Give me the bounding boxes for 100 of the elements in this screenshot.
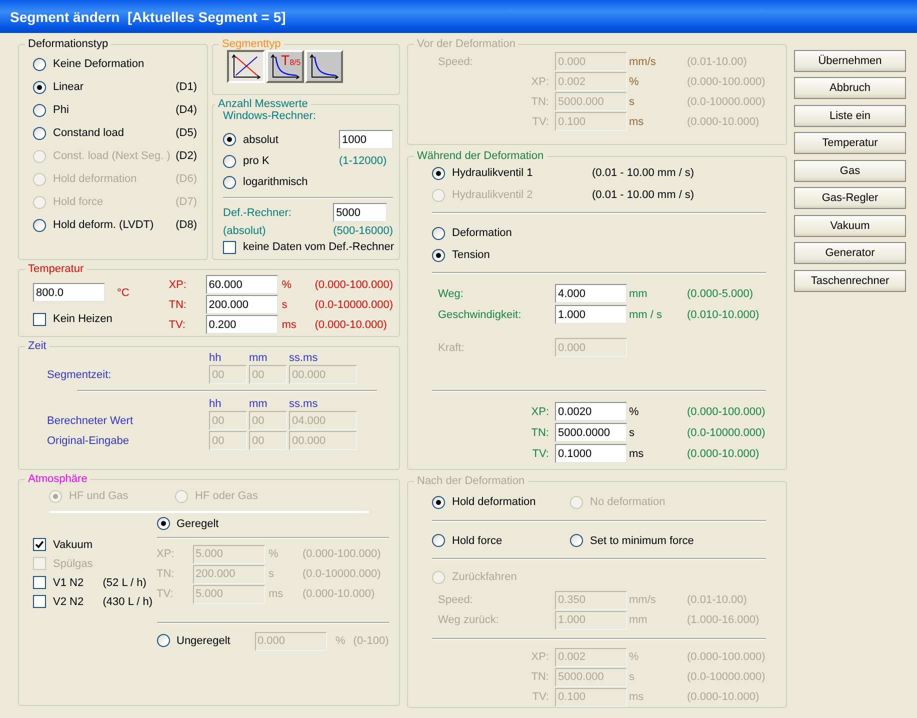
- group-title: Segmenttyp: [221, 38, 282, 50]
- radio-button[interactable]: absolut: [223, 130, 339, 148]
- radio-button[interactable]: Hold deform. (LVDT): [33, 216, 176, 234]
- unit-label: ms: [282, 318, 298, 330]
- range-text: (0.0-10000.000): [302, 568, 382, 580]
- field-label: TV:: [531, 691, 550, 703]
- radio-button[interactable]: Set to minimum force: [570, 532, 694, 550]
- field-label: Weg:: [438, 288, 464, 300]
- text-field[interactable]: 4.000: [555, 284, 627, 303]
- field-label: Kraft:: [438, 342, 466, 354]
- range-text: (500-16000): [333, 225, 393, 237]
- field-note: (absolut): [223, 225, 267, 237]
- dialog-button[interactable]: Abbruch: [794, 77, 906, 99]
- field-label: XP:: [530, 406, 550, 418]
- range-text: (1.000-16.000): [687, 614, 760, 626]
- checkbox[interactable]: Vakuum: [33, 536, 93, 554]
- radio-button[interactable]: Geregelt: [156, 514, 389, 532]
- radio-button[interactable]: Linear: [33, 78, 176, 96]
- radio-button[interactable]: Deformation: [432, 224, 766, 242]
- code-label: (D8): [176, 219, 197, 231]
- row-label: Original-Eingabe: [47, 434, 130, 446]
- radio-button[interactable]: pro K: [223, 152, 339, 170]
- range-text: (0.01-10.00): [687, 594, 748, 606]
- field-label: TN:: [530, 426, 550, 438]
- text-field[interactable]: 1000: [339, 130, 393, 149]
- range-text: (0.01 - 10.00 mm / s): [592, 189, 696, 201]
- text-field[interactable]: 5000.0000: [555, 423, 627, 442]
- radio-button[interactable]: Ungeregelt: [156, 632, 230, 650]
- decay-curve-icon: [309, 54, 339, 79]
- dialog-button[interactable]: Übernehmen: [794, 50, 906, 72]
- group-title: Anzahl Messwerte: [217, 98, 309, 110]
- range-text: (0.010-10.000): [687, 308, 760, 320]
- code-label: (D1): [176, 81, 197, 93]
- unit-label: ms: [629, 116, 645, 128]
- field-label: XP:: [168, 278, 188, 290]
- unit-label: s: [282, 298, 288, 310]
- field-label: Speed:: [438, 594, 474, 606]
- column-header: hh: [209, 398, 222, 410]
- range-text: (0.000-100.000): [314, 278, 393, 290]
- dialog-button[interactable]: Generator: [794, 242, 906, 264]
- checkbox[interactable]: V1 N2: [33, 574, 93, 592]
- radio-button[interactable]: Keine Deformation: [33, 55, 176, 73]
- group-title: Während der Deformation: [416, 150, 545, 162]
- range-text: (0.000-100.000): [687, 651, 766, 663]
- row-label: Berechneter Wert: [47, 414, 134, 426]
- unit-label: %: [336, 635, 346, 647]
- field-label: Geschwindigkeit:: [438, 308, 522, 320]
- column-header: mm: [249, 352, 268, 364]
- unit-label: s: [629, 96, 636, 108]
- row-label: Segmentzeit:: [47, 368, 112, 380]
- field-label: TV:: [531, 116, 550, 128]
- radio-button[interactable]: logarithmisch: [223, 173, 339, 191]
- checkmark-icon: [35, 540, 44, 549]
- unit-label: mm / s: [629, 308, 663, 320]
- unit-label: s: [629, 671, 636, 683]
- field-label: Speed:: [438, 56, 474, 68]
- unit-label: ms: [629, 448, 645, 460]
- dialog-button[interactable]: Taschenrechner: [794, 270, 906, 292]
- unit-label: °C: [117, 286, 130, 298]
- dialog-button[interactable]: Liste ein: [794, 104, 906, 126]
- text-field[interactable]: 0.1000: [555, 444, 627, 463]
- section-label: Windows-Rechner:: [223, 110, 317, 122]
- range-text: (1-12000): [339, 155, 388, 167]
- field-label: TN:: [168, 298, 188, 310]
- group-title: Vor der Deformation: [416, 38, 516, 50]
- field-label: XP:: [530, 76, 550, 88]
- checkbox[interactable]: V2 N2: [33, 592, 93, 610]
- text-field[interactable]: 800.0: [33, 283, 105, 302]
- field-label: TV:: [156, 588, 174, 600]
- unit-label: %: [282, 278, 292, 290]
- range-text: (0.0-10000.000): [687, 671, 766, 683]
- text-field[interactable]: 200.000: [206, 295, 278, 314]
- radio-button[interactable]: Phi: [33, 101, 176, 119]
- checkbox[interactable]: Kein Heizen: [33, 310, 165, 328]
- text-field[interactable]: 60.000: [206, 275, 278, 294]
- range-text: (0.01 - 10.00 mm / s): [592, 167, 696, 179]
- radio-button[interactable]: Tension: [432, 246, 766, 264]
- unit-label: mm: [629, 614, 648, 626]
- unit-label: s: [268, 568, 275, 580]
- radio-button[interactable]: Hydraulikventil 1: [432, 164, 582, 182]
- dialog-button[interactable]: Gas: [794, 160, 906, 182]
- text-field[interactable]: 0.0020: [555, 402, 627, 421]
- dialog-button[interactable]: Gas-Regler: [794, 187, 906, 209]
- text-field[interactable]: 5000: [333, 203, 388, 222]
- unit-label: ms: [629, 691, 645, 703]
- dialog-button[interactable]: Temperatur: [794, 132, 906, 154]
- unit-label: mm: [629, 288, 648, 300]
- radio-button[interactable]: Hold deformation: [432, 493, 536, 511]
- text-field[interactable]: 0.200: [206, 315, 278, 334]
- segment-type-button[interactable]: [227, 50, 265, 83]
- text-field[interactable]: 1.000: [555, 305, 627, 324]
- dialog-button[interactable]: Vakuum: [794, 214, 906, 236]
- radio-button[interactable]: Hold force: [432, 532, 502, 550]
- checkbox[interactable]: keine Daten vom Def.-Rechner: [223, 238, 394, 256]
- linear-graph-icon: [231, 54, 261, 79]
- radio-button[interactable]: Constand load: [33, 124, 176, 142]
- code-label: (D5): [176, 127, 197, 139]
- field-label: TV:: [531, 448, 550, 460]
- window-title: Segment ändern [Aktuelles Segment = 5]: [10, 8, 286, 24]
- flow-rate-label: (52 L / h): [102, 576, 148, 588]
